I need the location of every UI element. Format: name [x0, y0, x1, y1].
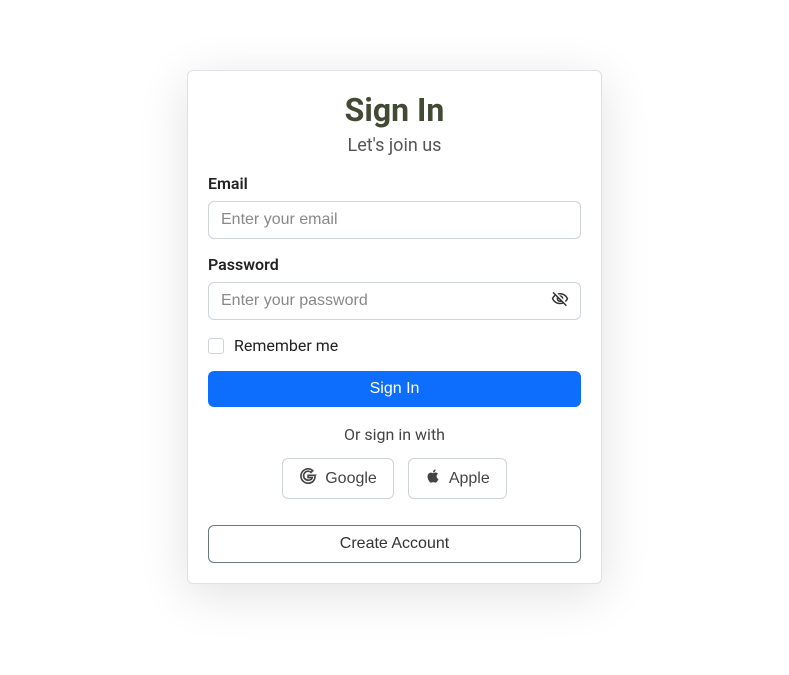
email-label: Email	[208, 174, 581, 193]
apple-signin-button[interactable]: Apple	[408, 458, 507, 499]
google-label: Google	[325, 470, 377, 488]
remember-checkbox[interactable]	[208, 338, 224, 354]
remember-label[interactable]: Remember me	[234, 336, 338, 355]
create-account-button[interactable]: Create Account	[208, 525, 581, 563]
social-divider-text: Or sign in with	[208, 425, 581, 444]
signin-card: Sign In Let's join us Email Password Rem…	[187, 70, 602, 584]
signin-button[interactable]: Sign In	[208, 371, 581, 407]
apple-label: Apple	[449, 470, 490, 488]
remember-row: Remember me	[208, 336, 581, 355]
page-title: Sign In	[208, 91, 581, 129]
password-group: Password	[208, 255, 581, 320]
social-row: Google Apple	[208, 458, 581, 499]
password-label: Password	[208, 255, 581, 274]
password-wrapper	[208, 282, 581, 320]
page-subtitle: Let's join us	[208, 135, 581, 156]
eye-off-icon[interactable]	[551, 290, 569, 312]
google-icon	[299, 467, 317, 490]
google-signin-button[interactable]: Google	[282, 458, 394, 499]
email-group: Email	[208, 174, 581, 239]
apple-icon	[425, 467, 441, 490]
email-input[interactable]	[208, 201, 581, 239]
password-input[interactable]	[208, 282, 581, 320]
